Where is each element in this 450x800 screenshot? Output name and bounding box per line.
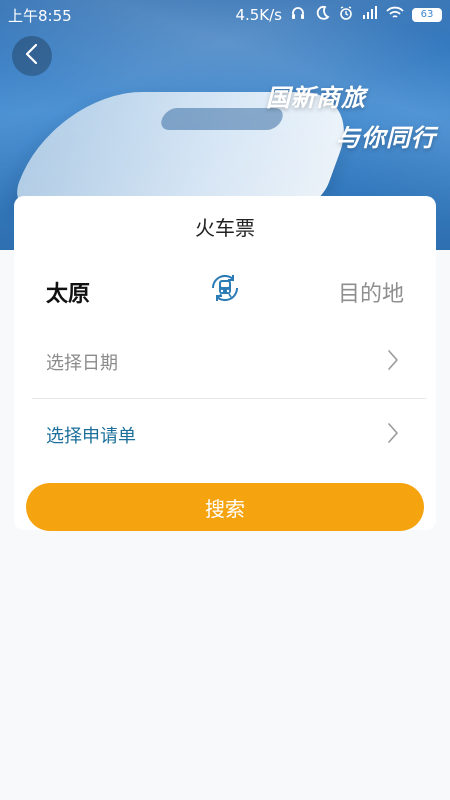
row-divider <box>32 398 426 399</box>
network-speed: 4.5K/s <box>235 6 282 24</box>
chevron-left-icon <box>22 42 42 70</box>
slogan-line-2: 与你同行 <box>336 124 436 152</box>
select-application-row[interactable]: 选择申请单 <box>32 403 424 467</box>
destination-city[interactable]: 目的地 <box>338 276 404 308</box>
status-bar: 上午8:55 4.5K/s 63 <box>0 0 450 30</box>
train-swap-icon <box>207 270 243 310</box>
card-title: 火车票 <box>195 216 255 240</box>
select-application-label: 选择申请单 <box>46 426 136 447</box>
headphones-icon <box>290 5 306 25</box>
swap-cities-button[interactable] <box>207 272 243 308</box>
slogan-line-1: 国新商旅 <box>266 84 366 112</box>
route-selector: 太原 目的地 <box>14 268 436 318</box>
wifi-icon <box>386 5 404 25</box>
status-time: 上午8:55 <box>8 6 72 25</box>
back-button[interactable] <box>12 36 52 76</box>
select-date-label: 选择日期 <box>46 353 118 374</box>
select-date-row[interactable]: 选择日期 <box>32 330 424 394</box>
alarm-icon <box>338 5 354 25</box>
chevron-right-icon <box>386 421 400 449</box>
chevron-right-icon <box>386 348 400 376</box>
departure-city[interactable]: 太原 <box>46 276 90 308</box>
status-icons: 4.5K/s 63 <box>235 5 442 25</box>
signal-icon <box>362 5 378 25</box>
battery-icon: 63 <box>412 8 442 22</box>
train-ticket-card: 火车票 太原 目的地 选择日期 选择申请单 搜索 <box>14 196 436 531</box>
search-button[interactable]: 搜索 <box>26 483 424 531</box>
moon-icon <box>314 5 330 25</box>
